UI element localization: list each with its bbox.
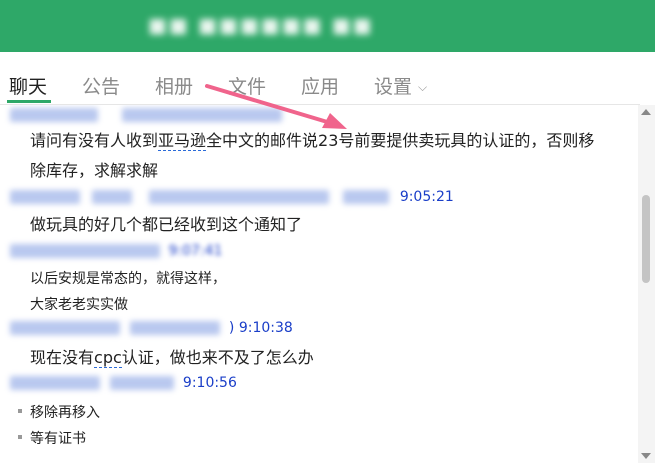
sender-name-redacted (130, 321, 221, 335)
message-text: 除库存，求解求解 (30, 161, 159, 180)
sender-header: 9:07:41 (10, 243, 222, 263)
message-timestamp: 9:07:41 (168, 243, 223, 259)
message-text: 现在没有cpc认证，做也来不及了怎么办 (30, 343, 314, 373)
tab-album[interactable]: 相册 (155, 72, 193, 99)
tab-settings[interactable]: 设置 ⌵ (374, 72, 427, 99)
message-text: 以后安规是常态的，就得这样， (30, 271, 226, 287)
scroll-down-icon[interactable] (641, 453, 651, 459)
chevron-down-icon: ⌵ (418, 80, 428, 94)
list-item: 移除再移入 (18, 402, 100, 422)
tab-bar: 聊天 公告 相册 文件 应用 设置 ⌵ (0, 52, 655, 104)
sender-header (10, 107, 283, 127)
sender-name-redacted (10, 321, 120, 335)
list-item: 等有证书 (18, 428, 86, 448)
tab-chat[interactable]: 聊天 (9, 72, 47, 99)
scrollbar-thumb[interactable] (642, 195, 650, 283)
message-text-segment: 全中文的邮件说23号前要提供卖玩具的认证的，否则移 (206, 131, 595, 150)
sender-name-redacted (92, 190, 133, 204)
scroll-up-icon[interactable] (641, 109, 651, 115)
tab-settings-label: 设置 (374, 76, 413, 98)
sender-name-redacted (148, 190, 329, 204)
list-item-text: 移除再移入 (30, 405, 100, 421)
message-text: 大家老老实实做 (30, 297, 128, 313)
message-link[interactable]: 亚马逊 (158, 131, 207, 151)
chat-area: 请问有没有人收到亚马逊全中文的邮件说23号前要提供卖玩具的认证的，否则移 除库存… (0, 105, 638, 463)
message-text-segment: 现在没有 (30, 348, 95, 367)
sender-name-redacted (343, 190, 390, 204)
message-timestamp-value: 9:10:38 (238, 320, 293, 336)
message-text-segment: 请问有没有人收到 (30, 131, 159, 150)
message-text: 做玩具的好几个都已经收到这个通知了 (30, 215, 303, 234)
sender-header: ) 9:10:38 (10, 320, 293, 340)
message-link[interactable]: cpc (94, 348, 122, 368)
vertical-scrollbar[interactable] (638, 105, 655, 463)
sender-name-redacted (110, 376, 175, 390)
tab-files[interactable]: 文件 (228, 72, 266, 99)
message-text-segment: 认证，做也来不及了怎么办 (121, 348, 314, 367)
list-item-text: 等有证书 (30, 431, 86, 447)
sender-name-redacted (10, 190, 80, 204)
message-timestamp: ) 9:10:38 (228, 320, 293, 336)
window-title: ■■ ■■■■■■ ■■ (148, 13, 374, 37)
message-text: 请问有没有人收到亚马逊全中文的邮件说23号前要提供卖玩具的认证的，否则移 (30, 126, 594, 156)
tab-apps[interactable]: 应用 (301, 72, 339, 99)
sender-name-redacted (10, 108, 98, 122)
sender-header: 9:05:21 (10, 189, 454, 209)
active-tab-indicator (7, 100, 51, 103)
bullet-icon (18, 435, 22, 439)
tab-announcements[interactable]: 公告 (82, 72, 120, 99)
sender-name-redacted (10, 376, 100, 390)
title-bar: ■■ ■■■■■■ ■■ (0, 0, 655, 52)
bullet-icon (18, 409, 22, 413)
sender-name-redacted (10, 244, 160, 258)
sender-name-redacted (122, 108, 283, 122)
message-timestamp: 9:10:56 (182, 375, 237, 391)
sender-header: 9:10:56 (10, 375, 237, 395)
message-timestamp: 9:05:21 (399, 189, 454, 205)
